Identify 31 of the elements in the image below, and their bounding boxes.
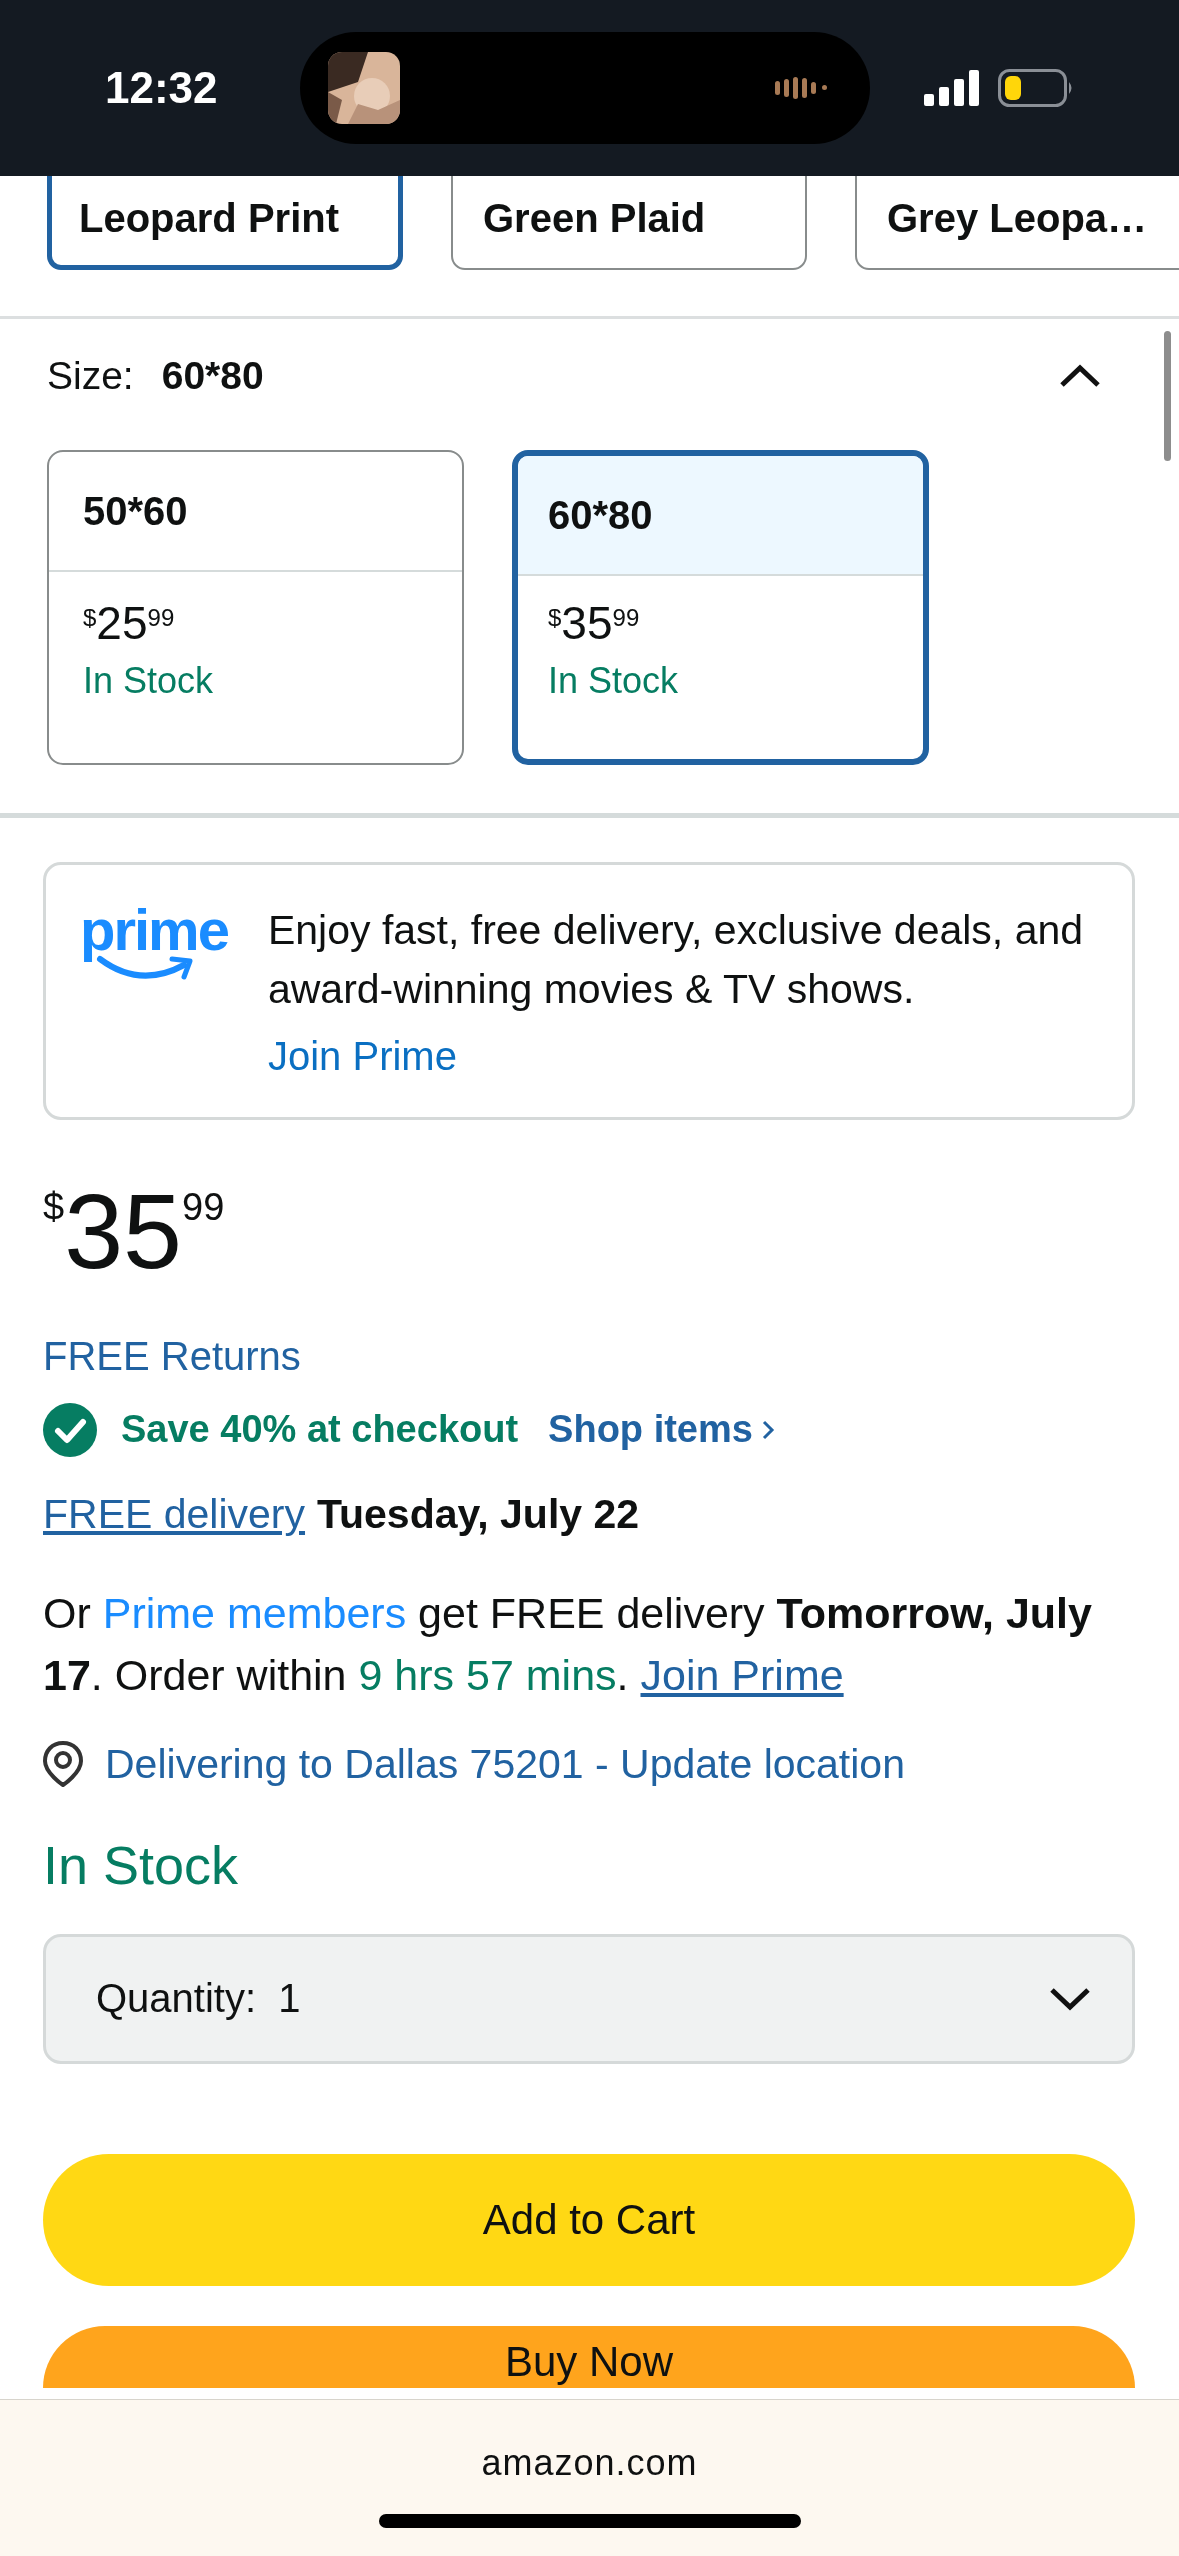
stock-status: In Stock (83, 660, 215, 702)
status-time: 12:32 (105, 63, 219, 113)
free-returns-link[interactable]: FREE Returns (43, 1333, 301, 1379)
quantity-dropdown[interactable]: Quantity: 1 (43, 1933, 1135, 2064)
prime-logo: prime (80, 901, 228, 1079)
availability: In Stock (43, 1833, 239, 1896)
promo-text: Save 40% at checkout (121, 1408, 519, 1452)
color-option[interactable]: Grey Leopa… (855, 176, 1179, 270)
check-circle-icon (43, 1402, 97, 1457)
free-delivery-link[interactable]: FREE delivery (43, 1490, 305, 1538)
buy-now-button[interactable]: Buy Now (43, 2325, 1135, 2388)
delivery-date: Tuesday, July 22 (317, 1490, 640, 1538)
delivery-location-link[interactable]: Delivering to Dallas 75201 - Update location (105, 1740, 905, 1788)
size-label: Size: 60*80 (47, 354, 264, 398)
join-prime-link[interactable]: Join Prime (640, 1651, 844, 1700)
size-name: 60*80 (548, 492, 653, 538)
signal-icon (924, 70, 980, 106)
shop-items-link[interactable]: Shop items (548, 1408, 799, 1452)
join-prime-link[interactable]: Join Prime (267, 1033, 1102, 1079)
stock-status: In Stock (548, 660, 680, 702)
color-option[interactable]: Green Plaid (451, 176, 807, 270)
prime-delivery-text: Or Prime members get FREE delivery Tomorrow, July 17. Order within 9 hrs 57 mins. Join Prime (43, 1587, 1093, 1702)
chevron-right-icon (760, 1418, 775, 1441)
prime-description: Enjoy fast, free delivery, exclusive deals, and award-winning movies & TV shows. (267, 906, 1085, 1015)
color-option[interactable]: Leopard Print (47, 176, 403, 270)
location-pin-icon (43, 1741, 83, 1788)
url-text: amazon.com (481, 2442, 698, 2484)
battery-icon (998, 69, 1074, 107)
chevron-down-icon (1048, 1985, 1092, 2012)
add-to-cart-button[interactable]: Add to Cart (43, 2153, 1135, 2286)
size-name: 50*60 (83, 488, 188, 534)
